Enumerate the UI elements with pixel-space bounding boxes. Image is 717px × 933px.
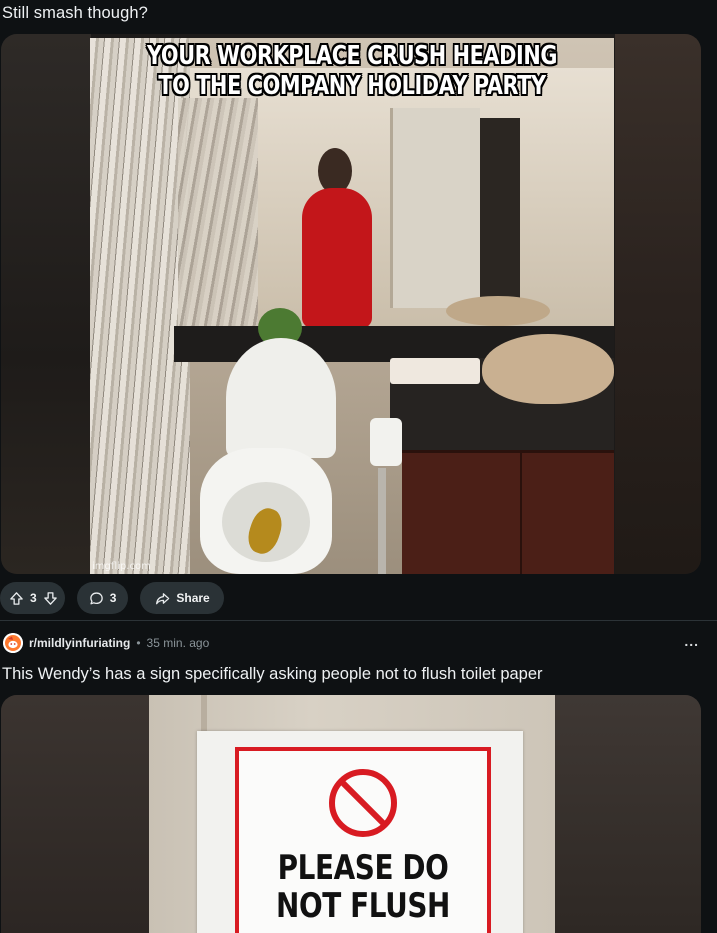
post-actions: 3 3 Share (0, 582, 224, 614)
subreddit-link[interactable]: r/mildlyinfuriating (29, 636, 130, 650)
post-media[interactable]: PLEASE DO NOT FLUSH (1, 695, 701, 933)
comment-count: 3 (109, 591, 117, 605)
post-card-2[interactable]: r/mildlyinfuriating • 35 min. ago ... Th… (0, 621, 717, 933)
toilet-lid (226, 338, 336, 458)
sign-line-2: NOT FLUSH (276, 886, 450, 926)
downvote-icon[interactable] (43, 590, 59, 606)
meme-caption-line-1: YOUR WORKPLACE CRUSH HEADING (146, 41, 558, 71)
post-meta: r/mildlyinfuriating • 35 min. ago (3, 632, 209, 654)
shower-curtain (90, 38, 190, 574)
share-button[interactable]: Share (140, 582, 224, 614)
media-blur-left (1, 695, 149, 933)
upvote-icon[interactable] (8, 590, 24, 606)
subreddit-avatar-icon[interactable] (3, 633, 23, 653)
perfume-tray (390, 358, 480, 384)
meme-caption-line-2: TO THE COMPANY HOLIDAY PARTY (158, 71, 546, 101)
share-label: Share (176, 591, 210, 605)
more-options-button[interactable]: ... (684, 633, 699, 649)
media-blur-left (1, 34, 91, 574)
vessel-sink (482, 334, 614, 404)
media-blur-right (555, 695, 701, 933)
cabinet (402, 450, 614, 574)
post-title[interactable]: This Wendy’s has a sign specifically ask… (2, 665, 543, 684)
media-blur-right (615, 34, 701, 574)
prohibited-icon (329, 769, 397, 837)
post-media[interactable]: YOUR WORKPLACE CRUSH HEADING TO THE COMP… (1, 34, 701, 574)
vote-control: 3 (0, 582, 65, 614)
do-not-flush-sign: PLEASE DO NOT FLUSH (235, 747, 491, 933)
sign-line-1: PLEASE DO (277, 848, 449, 888)
imgflip-watermark: imgflip.com (92, 561, 151, 572)
share-icon (154, 590, 170, 606)
comment-icon (89, 590, 105, 606)
red-dress (302, 188, 372, 328)
vote-count: 3 (30, 591, 37, 605)
meta-separator: • (136, 636, 141, 650)
sign-text: PLEASE DO NOT FLUSH (261, 849, 464, 925)
post-time: 35 min. ago (146, 636, 210, 650)
comments-button[interactable]: 3 (76, 582, 129, 614)
meme-caption: YOUR WORKPLACE CRUSH HEADING TO THE COMP… (142, 41, 561, 101)
meme-image[interactable]: YOUR WORKPLACE CRUSH HEADING TO THE COMP… (90, 38, 614, 574)
post-title[interactable]: Still smash though? (2, 4, 148, 23)
sign-photo[interactable]: PLEASE DO NOT FLUSH (149, 695, 555, 933)
post-card-1[interactable]: Still smash though? YOUR WORKPLACE CRUSH… (0, 0, 717, 620)
toilet-paper (370, 418, 402, 466)
